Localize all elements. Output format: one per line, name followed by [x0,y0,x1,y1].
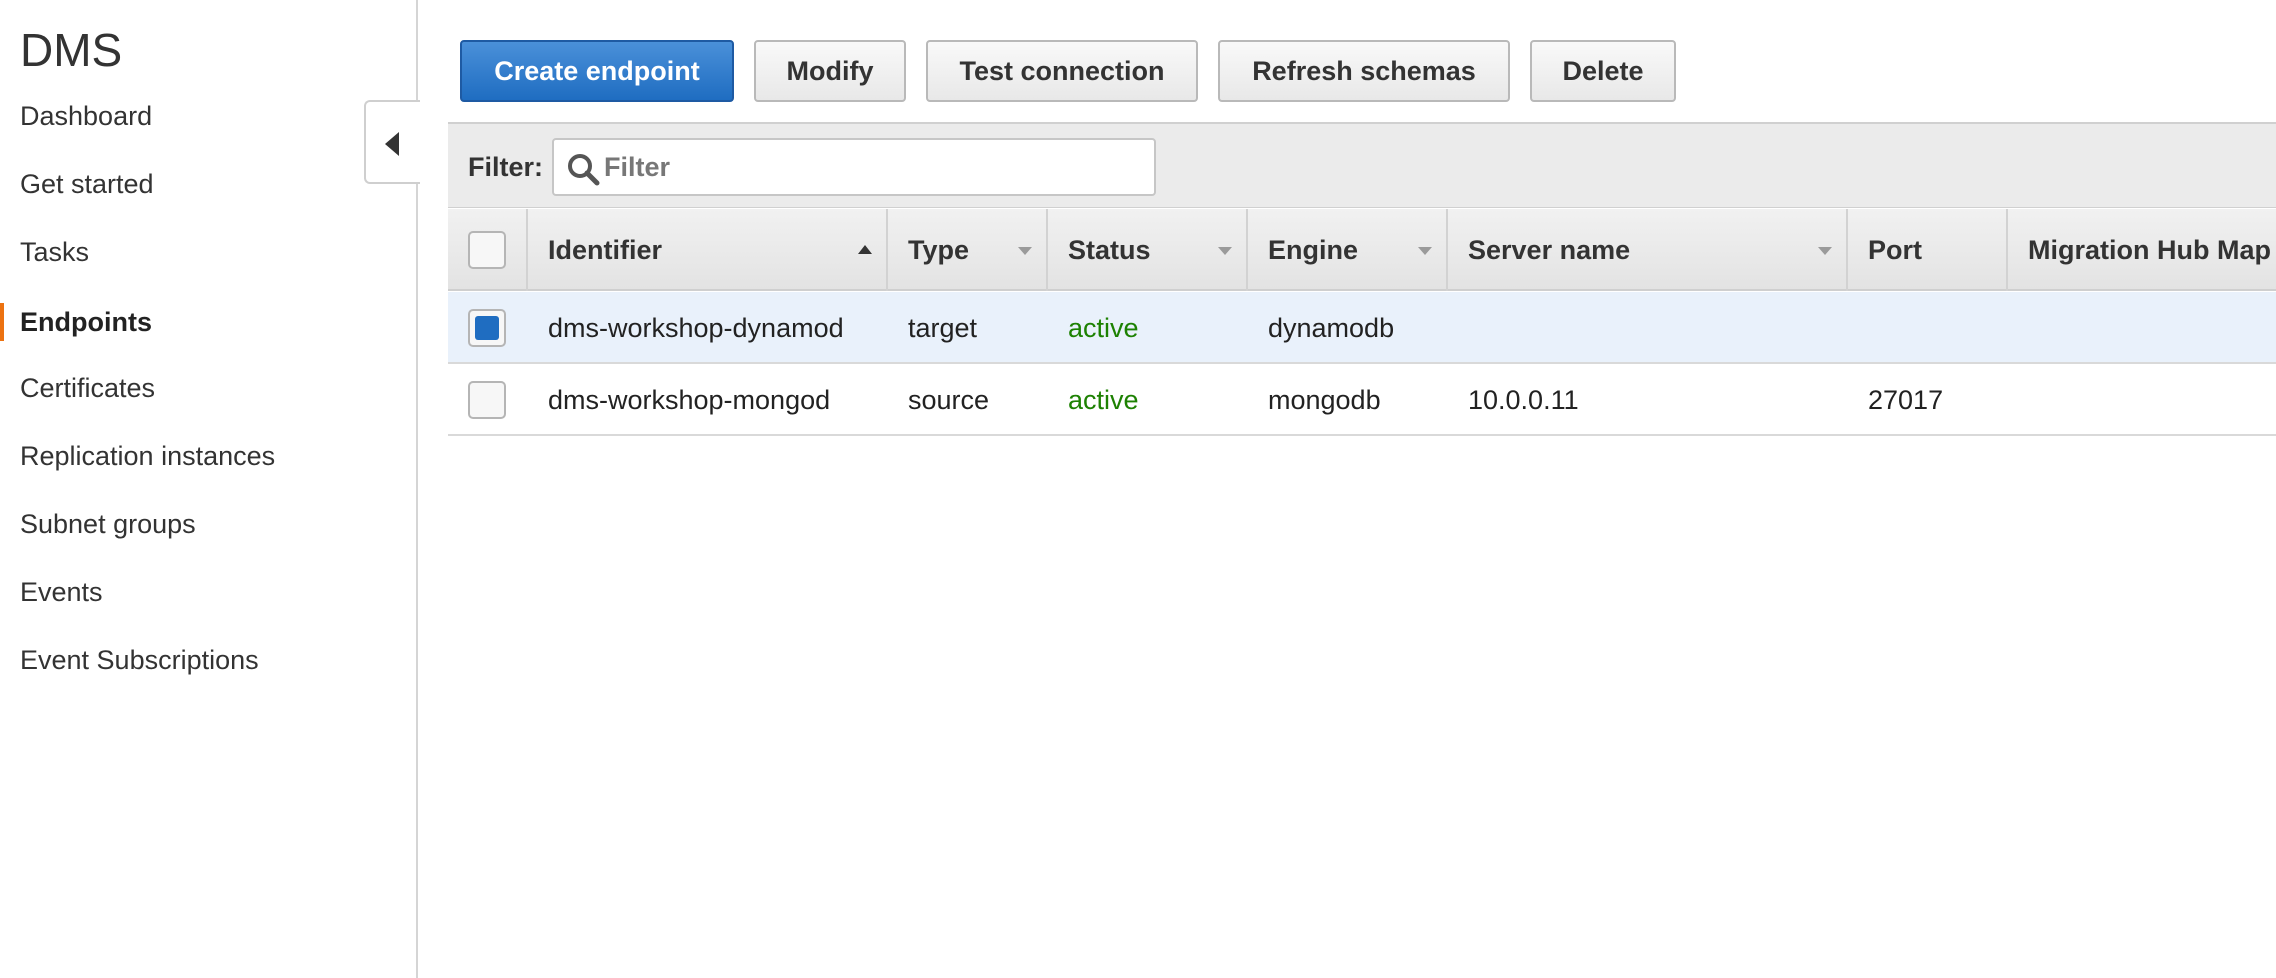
cell-identifier: dms-workshop-dynamod [548,313,844,343]
cell-identifier: dms-workshop-mongod [548,385,831,415]
column-header-port[interactable]: Port [1848,209,2008,291]
select-all-header [448,209,528,291]
sort-dropdown-icon [1418,247,1432,255]
table-header: Identifier Type Status Engine Server nam… [448,209,2276,291]
sidebar-collapse-button[interactable] [364,100,420,184]
cell-status: active [1068,385,1139,415]
app-title: DMS [20,24,123,76]
column-header-migration-hub-mapping[interactable]: Migration Hub Map [2008,209,2276,291]
row-checkbox[interactable] [468,381,506,419]
column-header-status[interactable]: Status [1048,209,1248,291]
collapse-left-icon [385,132,399,156]
column-header-label: Server name [1468,235,1631,265]
filter-field[interactable] [552,138,1156,196]
sidebar-item-certificates[interactable]: Certificates [0,366,360,410]
filter-bar: Filter: [448,122,2276,208]
cell-port: 27017 [1868,385,1944,415]
column-header-identifier[interactable]: Identifier [528,209,888,291]
column-header-engine[interactable]: Engine [1248,209,1448,291]
filter-label: Filter: [468,152,544,182]
row-checkbox[interactable] [468,309,506,347]
column-header-label: Migration Hub Map [2028,235,2271,265]
table-row[interactable]: dms-workshop-mongod source active mongod… [448,364,2276,436]
sidebar-item-event-subscriptions[interactable]: Event Subscriptions [0,638,360,682]
column-header-label: Status [1068,235,1151,265]
sort-dropdown-icon [1818,247,1832,255]
cell-engine: mongodb [1268,385,1381,415]
select-all-checkbox[interactable] [468,231,506,269]
create-endpoint-button[interactable]: Create endpoint [460,40,734,102]
search-icon [568,154,600,186]
sort-dropdown-icon [1018,247,1032,255]
column-header-label: Type [908,235,970,265]
column-header-type[interactable]: Type [888,209,1048,291]
filter-input[interactable] [602,146,1142,188]
cell-engine: dynamodb [1268,313,1395,343]
sort-ascending-icon [858,245,872,254]
column-header-server-name[interactable]: Server name [1448,209,1848,291]
modify-button[interactable]: Modify [754,40,906,102]
sidebar-item-get-started[interactable]: Get started [0,162,360,206]
test-connection-button[interactable]: Test connection [926,40,1198,102]
cell-type: source [908,385,990,415]
column-header-label: Identifier [548,235,663,265]
sidebar-item-endpoints[interactable]: Endpoints [0,300,360,344]
sidebar-item-dashboard[interactable]: Dashboard [0,94,360,138]
cell-type: target [908,313,978,343]
sidebar-item-events[interactable]: Events [0,570,360,614]
cell-status: active [1068,313,1139,343]
delete-button[interactable]: Delete [1530,40,1676,102]
cell-server-name: 10.0.0.11 [1468,385,1579,415]
column-header-label: Engine [1268,235,1359,265]
sidebar-item-tasks[interactable]: Tasks [0,230,360,274]
column-header-label: Port [1868,235,1922,265]
sidebar-item-subnet-groups[interactable]: Subnet groups [0,502,360,546]
sidebar-item-replication-instances[interactable]: Replication instances [0,434,360,478]
sidebar: DMS Dashboard Get started Tasks Endpoint… [0,0,418,978]
table-row[interactable]: dms-workshop-dynamod target active dynam… [448,292,2276,364]
sort-dropdown-icon [1218,247,1232,255]
refresh-schemas-button[interactable]: Refresh schemas [1218,40,1510,102]
